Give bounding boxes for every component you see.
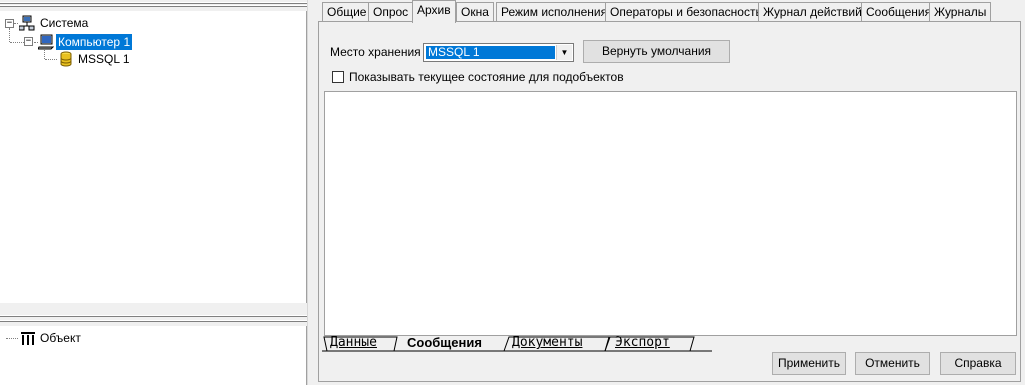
storage-select[interactable]: MSSQL 1 ▼ <box>423 43 574 62</box>
tree-item-mssql[interactable]: MSSQL 1 <box>76 51 132 67</box>
tree-line <box>9 28 10 42</box>
tree-line <box>10 42 24 43</box>
bottom-tab-documents[interactable]: Документы <box>512 335 582 351</box>
bottom-tab-data-label: Данные <box>330 335 377 350</box>
tree-pane-grip[interactable] <box>0 0 307 10</box>
show-state-checkbox[interactable] <box>332 71 344 83</box>
apply-button[interactable]: Применить <box>772 352 846 375</box>
settings-tabs: Общие Опрос Архив Окна Режим исполнения … <box>316 0 1025 23</box>
object-item[interactable]: Объект <box>38 330 83 346</box>
tab-messages[interactable]: Сообщения <box>861 2 937 22</box>
show-state-label: Показывать текущее состояние для подобъе… <box>349 70 624 84</box>
bottom-tabs: Данные Сообщения Документы Экспорт <box>322 335 722 352</box>
tab-execution-mode[interactable]: Режим исполнения <box>496 2 613 22</box>
cancel-button[interactable]: Отменить <box>855 352 930 375</box>
tab-logs[interactable]: Журналы <box>929 2 992 22</box>
help-button[interactable]: Справка <box>940 352 1016 375</box>
bottom-tab-export[interactable]: Экспорт <box>615 335 670 351</box>
bottom-tab-messages[interactable]: Сообщения <box>407 335 482 351</box>
database-icon <box>60 51 72 67</box>
storage-value: MSSQL 1 <box>425 45 556 60</box>
object-icon <box>21 332 35 345</box>
tab-operators-security[interactable]: Операторы и безопасность <box>605 2 767 22</box>
vertical-splitter[interactable] <box>307 0 314 385</box>
collapse-toggle[interactable]: − <box>5 19 14 28</box>
object-tree: − Система − Компьютер 1 MSSQL 1 <box>0 11 307 303</box>
storage-label: Место хранения <box>330 45 421 59</box>
tree-line <box>45 59 57 60</box>
object-pane-grip[interactable] <box>0 313 307 323</box>
object-list: Объект <box>0 326 307 385</box>
tab-archive[interactable]: Архив <box>412 0 456 23</box>
network-icon <box>19 15 35 31</box>
computer-icon <box>38 34 54 50</box>
tree-item-system[interactable]: Система <box>38 15 90 31</box>
dropdown-arrow-icon[interactable]: ▼ <box>556 45 572 60</box>
archive-content-area <box>324 91 1017 336</box>
tree-item-computer[interactable]: Компьютер 1 <box>56 34 133 50</box>
tab-action-log[interactable]: Журнал действий <box>758 2 867 22</box>
bottom-tab-data[interactable]: Данные <box>330 335 377 351</box>
bottom-tab-export-label: Экспорт <box>615 335 670 350</box>
tree-line <box>6 338 18 339</box>
tree-line <box>14 23 18 24</box>
tab-general[interactable]: Общие <box>322 2 372 22</box>
bottom-tab-documents-label: Документы <box>512 335 583 350</box>
tab-polling[interactable]: Опрос <box>368 2 414 22</box>
tab-windows[interactable]: Окна <box>456 2 494 22</box>
collapse-toggle[interactable]: − <box>24 37 33 46</box>
reset-defaults-button[interactable]: Вернуть умолчания <box>583 40 730 63</box>
